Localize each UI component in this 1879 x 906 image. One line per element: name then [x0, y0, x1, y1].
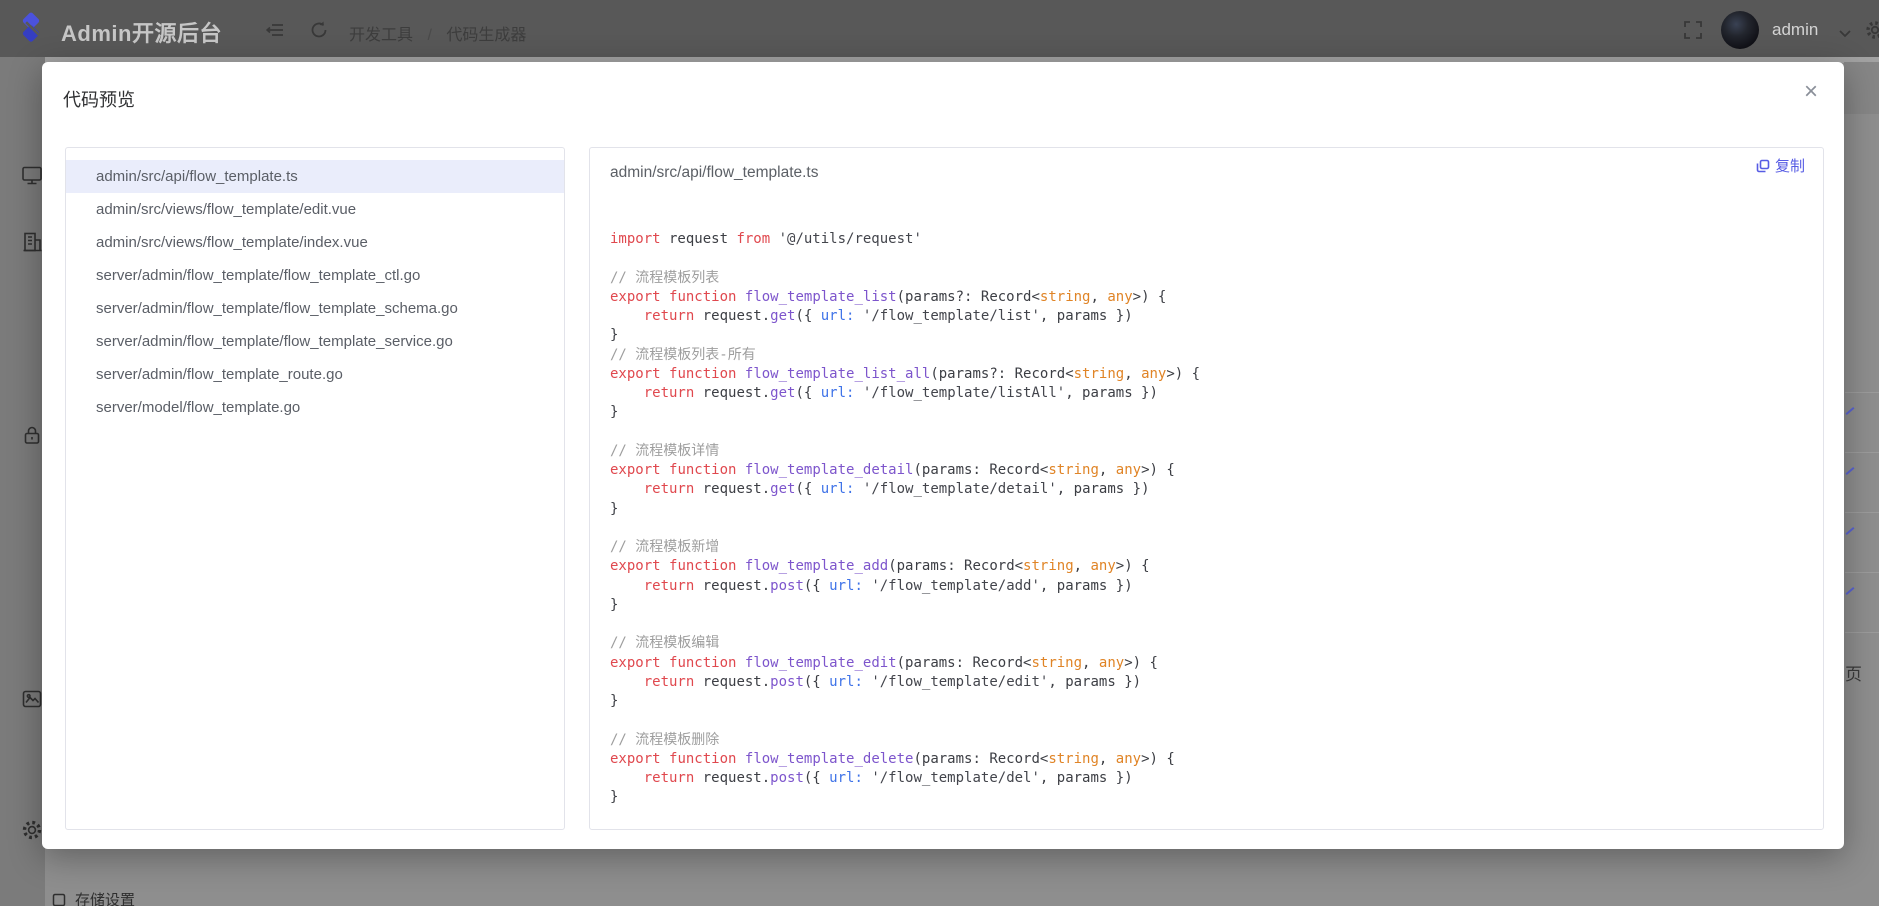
edit-pen-icon — [1846, 467, 1855, 475]
pagination-text: 页 — [1845, 660, 1862, 685]
lock-icon[interactable] — [20, 423, 44, 447]
code-line — [610, 423, 1200, 442]
storage-icon — [52, 893, 66, 906]
code-preview-dialog: 代码预览 × admin/src/api/flow_template.tsadm… — [42, 62, 1844, 849]
copy-label: 复制 — [1775, 155, 1805, 176]
code-line: export function flow_template_list(param… — [610, 288, 1200, 307]
copy-button[interactable]: 复制 — [1756, 155, 1805, 176]
code-line: // 流程模板详情 — [610, 442, 1200, 461]
app-logo-icon — [12, 11, 50, 49]
file-list: admin/src/api/flow_template.tsadmin/src/… — [65, 147, 565, 830]
monitor-icon[interactable] — [20, 163, 44, 187]
code-line: return request.get({ url: '/flow_templat… — [610, 307, 1200, 326]
building-icon[interactable] — [20, 230, 44, 254]
edit-pen-icon — [1846, 527, 1855, 535]
sidebar-rail — [0, 57, 45, 906]
code-line — [610, 615, 1200, 634]
background-table-header — [1844, 62, 1879, 114]
code-line: } — [610, 788, 1200, 807]
code-line: } — [610, 692, 1200, 711]
code-line: export function flow_template_delete(par… — [610, 750, 1200, 769]
file-list-item[interactable]: admin/src/views/flow_template/index.vue — [66, 226, 564, 259]
fullscreen-icon[interactable] — [1682, 19, 1704, 41]
code-line: // 流程模板编辑 — [610, 634, 1200, 653]
code-line: return request.post({ url: '/flow_templa… — [610, 577, 1200, 596]
code-line: // 流程模板删除 — [610, 731, 1200, 750]
code-line: export function flow_template_list_all(p… — [610, 365, 1200, 384]
gear-icon[interactable] — [1864, 19, 1879, 41]
code-line: export function flow_template_add(params… — [610, 557, 1200, 576]
code-line: return request.get({ url: '/flow_templat… — [610, 384, 1200, 403]
background-row-divider — [1845, 512, 1879, 513]
file-list-item[interactable]: server/admin/flow_template/flow_template… — [66, 325, 564, 358]
copy-icon — [1756, 159, 1770, 173]
gear-icon[interactable] — [20, 818, 44, 842]
background-row-divider — [1845, 572, 1879, 573]
code-line: // 流程模板列表-所有 — [610, 346, 1200, 365]
code-line: // 流程模板新增 — [610, 538, 1200, 557]
image-icon[interactable] — [20, 687, 44, 711]
avatar[interactable] — [1721, 11, 1759, 49]
code-line: return request.get({ url: '/flow_templat… — [610, 480, 1200, 499]
background-row-divider — [1845, 392, 1879, 393]
code-line: } — [610, 596, 1200, 615]
code-line: import request from '@/utils/request' — [610, 230, 1200, 249]
code-panel: admin/src/api/flow_template.ts 复制 import… — [589, 147, 1824, 830]
code-line: } — [610, 403, 1200, 422]
breadcrumb-item-dev-tools[interactable]: 开发工具 — [349, 27, 413, 44]
code-line — [610, 519, 1200, 538]
top-bar: Admin开源后台 开发工具 / 代码生成器 admin — [0, 0, 1879, 57]
code-line — [610, 711, 1200, 730]
code-filename: admin/src/api/flow_template.ts — [610, 164, 818, 182]
code-line: } — [610, 500, 1200, 519]
breadcrumb-item-code-generator: 代码生成器 — [446, 27, 526, 44]
breadcrumb: 开发工具 / 代码生成器 — [349, 21, 526, 45]
dialog-title: 代码预览 — [63, 86, 135, 112]
code-line: return request.post({ url: '/flow_templa… — [610, 673, 1200, 692]
sidebar-item-storage-settings[interactable]: 存储设置 — [52, 889, 135, 906]
file-list-item[interactable]: server/admin/flow_template/flow_template… — [66, 292, 564, 325]
file-list-item[interactable]: admin/src/api/flow_template.ts — [66, 160, 564, 193]
refresh-icon[interactable] — [308, 19, 330, 41]
file-list-item[interactable]: server/model/flow_template.go — [66, 391, 564, 424]
code-line: export function flow_template_edit(param… — [610, 654, 1200, 673]
background-row-divider — [1845, 452, 1879, 453]
username[interactable]: admin — [1772, 20, 1818, 40]
close-icon[interactable]: × — [1804, 80, 1818, 104]
chevron-down-icon[interactable] — [1834, 23, 1856, 45]
screen: Admin开源后台 开发工具 / 代码生成器 admin — [0, 0, 1879, 906]
edit-pen-icon — [1846, 407, 1855, 415]
breadcrumb-separator: / — [427, 27, 431, 44]
sidebar-item-label: 存储设置 — [75, 889, 135, 906]
code-line: } — [610, 326, 1200, 345]
code-line — [610, 249, 1200, 268]
file-list-item[interactable]: admin/src/views/flow_template/edit.vue — [66, 193, 564, 226]
code-block: import request from '@/utils/request' // … — [610, 230, 1200, 808]
background-row-divider — [1845, 632, 1879, 633]
app-title: Admin开源后台 — [61, 16, 222, 48]
edit-pen-icon — [1846, 587, 1855, 595]
file-list-item[interactable]: server/admin/flow_template/flow_template… — [66, 259, 564, 292]
file-list-item[interactable]: server/admin/flow_template_route.go — [66, 358, 564, 391]
code-line: export function flow_template_detail(par… — [610, 461, 1200, 480]
code-line: return request.post({ url: '/flow_templa… — [610, 769, 1200, 788]
collapse-menu-icon[interactable] — [264, 19, 286, 41]
code-line: // 流程模板列表 — [610, 269, 1200, 288]
